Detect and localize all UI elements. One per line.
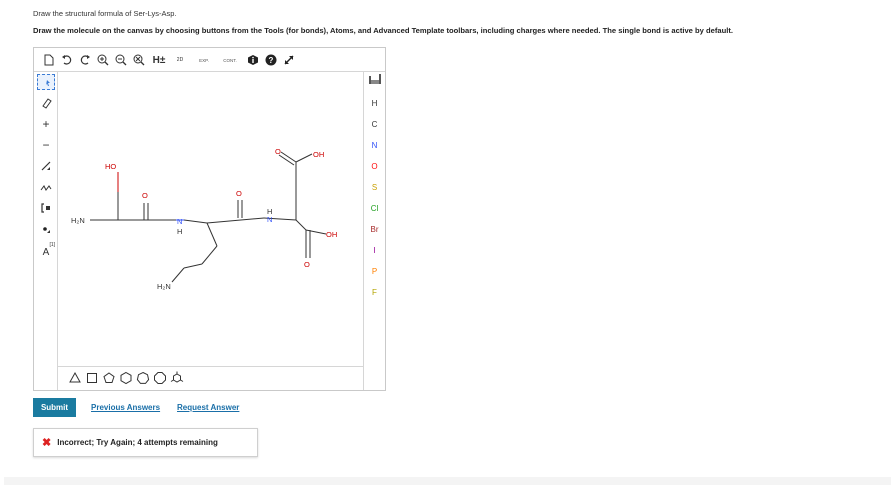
radical-icon[interactable] <box>37 221 55 237</box>
o-label: O <box>275 147 281 156</box>
zoom-in-icon[interactable] <box>96 52 110 68</box>
expand-icon[interactable]: EXP. <box>194 52 214 68</box>
top-toolbar: H± 2D EXP. CONT. ? <box>34 48 385 72</box>
single-bond-icon[interactable] <box>37 158 55 174</box>
bond <box>206 222 218 247</box>
feedback-box: ✖ Incorrect; Try Again; 4 attempts remai… <box>33 428 258 457</box>
h2n-label: H₂N <box>157 282 171 291</box>
atom-button-o[interactable]: O <box>364 159 385 173</box>
zoom-reset-icon[interactable] <box>132 52 146 68</box>
bond <box>183 263 203 269</box>
ho-label: HO <box>105 162 116 171</box>
svg-text:?: ? <box>269 56 274 65</box>
molecule-editor: H± 2D EXP. CONT. ? + − [1] A H C N O S C… <box>33 47 386 391</box>
o-label: O <box>142 191 148 200</box>
h-label: H <box>267 207 272 216</box>
atom-button-cl[interactable]: Cl <box>364 201 385 215</box>
atom-button-i[interactable]: I <box>364 243 385 257</box>
footer-bar <box>4 477 891 485</box>
incorrect-icon: ✖ <box>42 437 52 449</box>
bond <box>278 154 295 166</box>
bond <box>305 229 327 235</box>
question-prompt: Draw the structural formula of Ser-Lys-A… <box>33 9 177 18</box>
new-document-icon[interactable] <box>42 52 56 68</box>
bond <box>280 151 297 163</box>
atom-button-f[interactable]: F <box>364 285 385 299</box>
undo-icon[interactable] <box>60 52 74 68</box>
selection-tool-icon[interactable] <box>37 74 55 90</box>
o-label: O <box>304 260 310 269</box>
cyclooctane-icon[interactable] <box>153 371 167 385</box>
previous-answers-link[interactable]: Previous Answers <box>91 403 160 412</box>
question-instructions: Draw the molecule on the canvas by choos… <box>33 26 733 35</box>
bond <box>263 217 297 221</box>
h-label: H <box>177 227 182 236</box>
atom-button-p[interactable]: P <box>364 264 385 278</box>
templates-toolbar <box>58 366 363 390</box>
bond <box>201 245 218 265</box>
atom-button-c[interactable]: C <box>364 117 385 131</box>
drawing-canvas[interactable]: HO H₂N O N H O N H O OH OH O H₂N <box>34 48 385 390</box>
atom-label-icon[interactable]: [1] A <box>37 240 55 260</box>
feedback-message: Incorrect; Try Again; 4 attempts remaini… <box>57 438 218 447</box>
redo-icon[interactable] <box>78 52 92 68</box>
add-hydrogens-icon[interactable]: H± <box>150 52 168 68</box>
cyclopentane-icon[interactable] <box>102 371 116 385</box>
bond <box>295 219 307 231</box>
bond <box>295 153 313 163</box>
eraser-icon[interactable] <box>37 95 55 111</box>
zoom-out-icon[interactable] <box>114 52 128 68</box>
positive-charge-icon[interactable]: + <box>37 116 55 132</box>
atom-button-h[interactable]: H <box>364 96 385 110</box>
atoms-toolbar: H C N O S Cl Br I P F <box>363 72 385 390</box>
o-label: O <box>236 189 242 198</box>
bracket-icon[interactable] <box>37 200 55 216</box>
help-icon[interactable]: ? <box>264 52 278 68</box>
bracket-label: [1] <box>49 241 55 248</box>
benzene-template-icon[interactable] <box>170 371 184 385</box>
contract-icon[interactable]: CONT. <box>218 52 242 68</box>
info-icon[interactable] <box>246 52 260 68</box>
cyclopropane-icon[interactable] <box>68 371 82 385</box>
negative-charge-icon[interactable]: − <box>37 137 55 153</box>
oh-label: OH <box>326 230 337 239</box>
bond <box>171 267 185 283</box>
cyclohexane-icon[interactable] <box>119 371 133 385</box>
left-toolbar: + − [1] A <box>34 72 58 390</box>
request-answer-link[interactable]: Request Answer <box>177 403 239 412</box>
atom-button-n[interactable]: N <box>364 138 385 152</box>
oh-label: OH <box>313 150 324 159</box>
atom-a-label: A <box>42 246 50 258</box>
chain-icon[interactable] <box>37 179 55 195</box>
submit-button[interactable]: Submit <box>33 398 76 417</box>
2d-clean-icon[interactable]: 2D <box>172 52 188 68</box>
cyclobutane-icon[interactable] <box>85 371 99 385</box>
cycloheptane-icon[interactable] <box>136 371 150 385</box>
2d-label: 2D <box>176 57 184 63</box>
periodic-table-icon[interactable] <box>364 72 385 86</box>
n-label: N <box>177 217 182 226</box>
bond <box>206 217 265 224</box>
h2n-label: H₂N <box>71 216 85 225</box>
atom-button-s[interactable]: S <box>364 180 385 194</box>
fullscreen-icon[interactable] <box>282 52 296 68</box>
n-label: N <box>267 215 272 224</box>
bond <box>183 219 208 224</box>
atom-button-br[interactable]: Br <box>364 222 385 236</box>
